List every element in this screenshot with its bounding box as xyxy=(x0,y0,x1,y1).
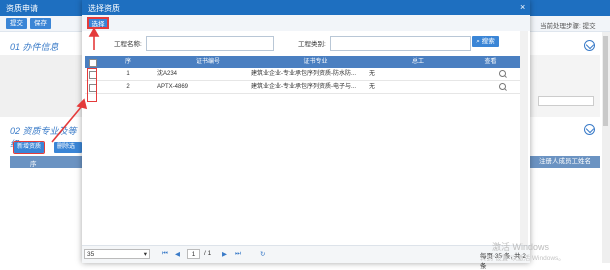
arrow-to-select-button xyxy=(88,27,100,50)
annotation-arrows xyxy=(51,27,100,143)
arrow-to-checkbox xyxy=(51,98,88,143)
